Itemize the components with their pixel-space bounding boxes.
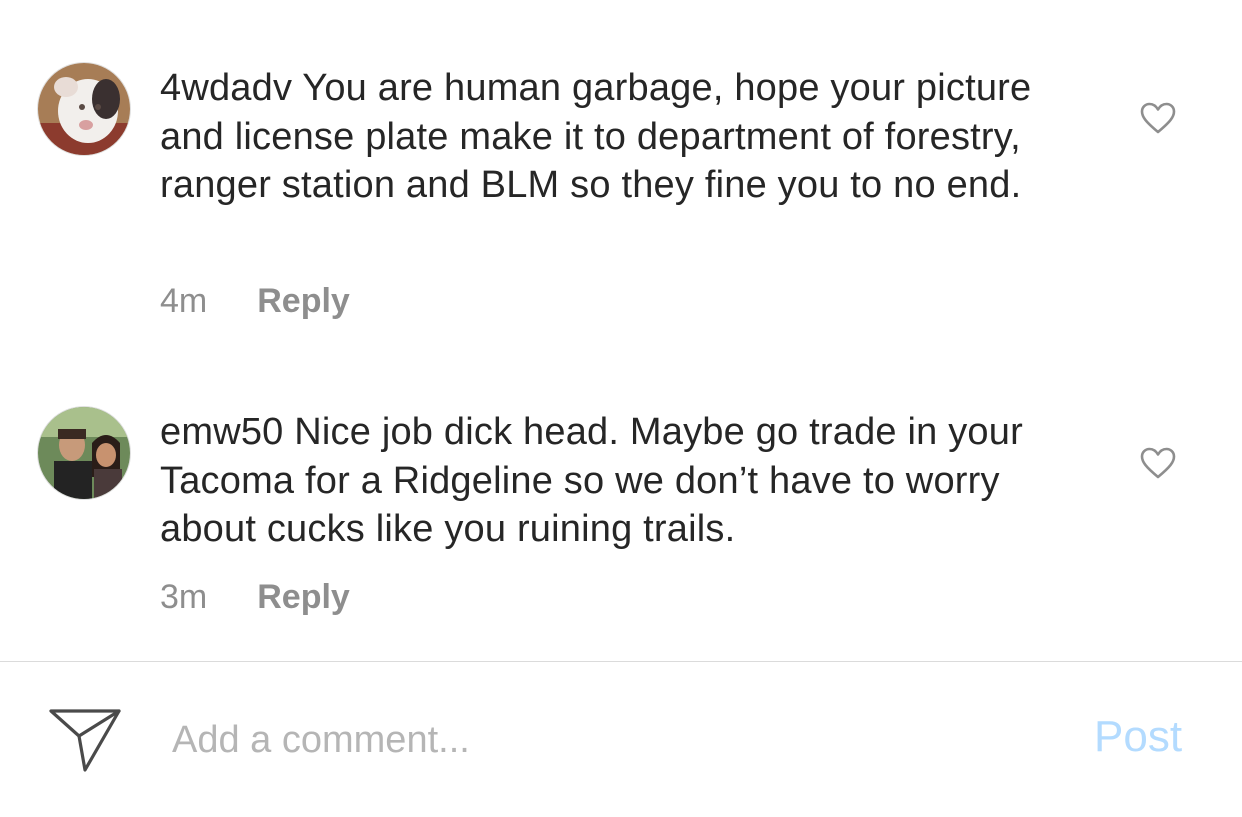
post-button[interactable]: Post [1094, 712, 1182, 762]
comment-input[interactable] [172, 712, 1052, 768]
paper-plane-icon[interactable] [48, 708, 122, 774]
comment-meta: 3m Reply [160, 578, 350, 617]
comment-timestamp: 4m [160, 282, 208, 320]
like-heart-icon[interactable] [1140, 102, 1176, 134]
comment-username[interactable]: 4wdadv [160, 67, 292, 109]
avatar[interactable] [37, 406, 131, 500]
comment-timestamp: 3m [160, 578, 208, 616]
avatar[interactable] [37, 62, 131, 156]
dog-avatar-icon [38, 63, 130, 155]
comment-body: Nice job dick head. Maybe go trade in yo… [160, 411, 1023, 550]
like-heart-icon[interactable] [1140, 447, 1176, 479]
couple-photo-avatar-icon [38, 407, 130, 499]
comment-username[interactable]: emw50 [160, 411, 284, 453]
composer-divider [0, 661, 1242, 662]
reply-button[interactable]: Reply [257, 578, 350, 617]
comment-meta: 4m Reply [160, 282, 350, 321]
reply-button[interactable]: Reply [257, 282, 350, 321]
